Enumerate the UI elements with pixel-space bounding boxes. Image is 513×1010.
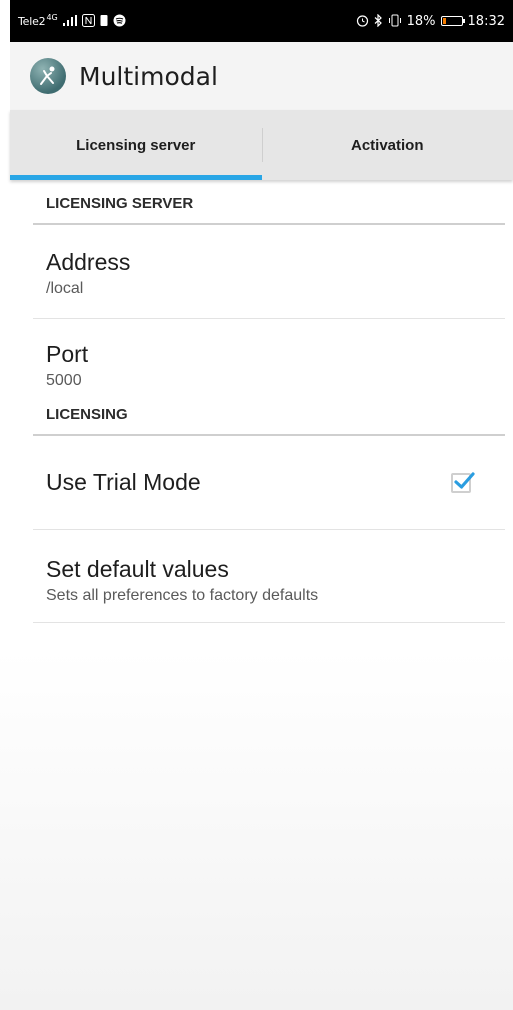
tab-bar: Licensing server Activation [10, 110, 513, 180]
alarm-icon [356, 14, 369, 29]
spotify-icon [113, 14, 126, 29]
nfc-icon [81, 13, 95, 29]
pref-default-title: Set default values [46, 556, 229, 582]
pref-set-default-values[interactable]: Set default values Sets all preferences … [33, 530, 505, 623]
section-header-licensing: LICENSING [33, 393, 505, 436]
app-logo-icon [30, 58, 66, 94]
pref-address-title: Address [46, 249, 131, 275]
checkmark-icon [454, 471, 475, 489]
notification-icon [100, 14, 108, 29]
pref-trial-title: Use Trial Mode [46, 469, 201, 495]
pref-address-value: /local [46, 280, 84, 297]
battery-percent: 18% [406, 13, 436, 29]
pref-default-summary: Sets all preferences to factory defaults [46, 587, 319, 604]
network-type-label: 4G [46, 13, 58, 22]
battery-icon [440, 16, 465, 26]
action-bar: Multimodal [10, 42, 513, 110]
pref-port[interactable]: Port 5000 [33, 319, 505, 389]
carrier-label: Tele2 [18, 14, 46, 28]
tab-activation[interactable]: Activation [261, 110, 513, 180]
clock: 18:32 [467, 13, 505, 29]
trial-mode-checkbox[interactable] [451, 471, 475, 493]
app-screen: Tele2 4G 18% 18:32 Multimodal Licensing … [0, 0, 513, 1010]
signal-icon [62, 14, 77, 28]
status-right: 18% 18:32 [356, 13, 505, 29]
status-left: Tele2 4G [18, 13, 126, 29]
pref-port-value: 5000 [46, 372, 82, 389]
vibrate-icon [388, 14, 402, 29]
pref-use-trial-mode[interactable]: Use Trial Mode [33, 436, 505, 530]
app-title: Multimodal [79, 61, 218, 91]
bluetooth-icon [374, 13, 383, 29]
pref-port-title: Port [46, 341, 89, 367]
section-header-licensing-server: LICENSING SERVER [33, 182, 505, 225]
pref-address[interactable]: Address /local [33, 225, 505, 319]
preferences-list: LICENSING SERVER Address /local Port 500… [33, 182, 505, 623]
tab-licensing-server[interactable]: Licensing server [10, 110, 262, 180]
status-bar: Tele2 4G 18% 18:32 [10, 0, 513, 42]
